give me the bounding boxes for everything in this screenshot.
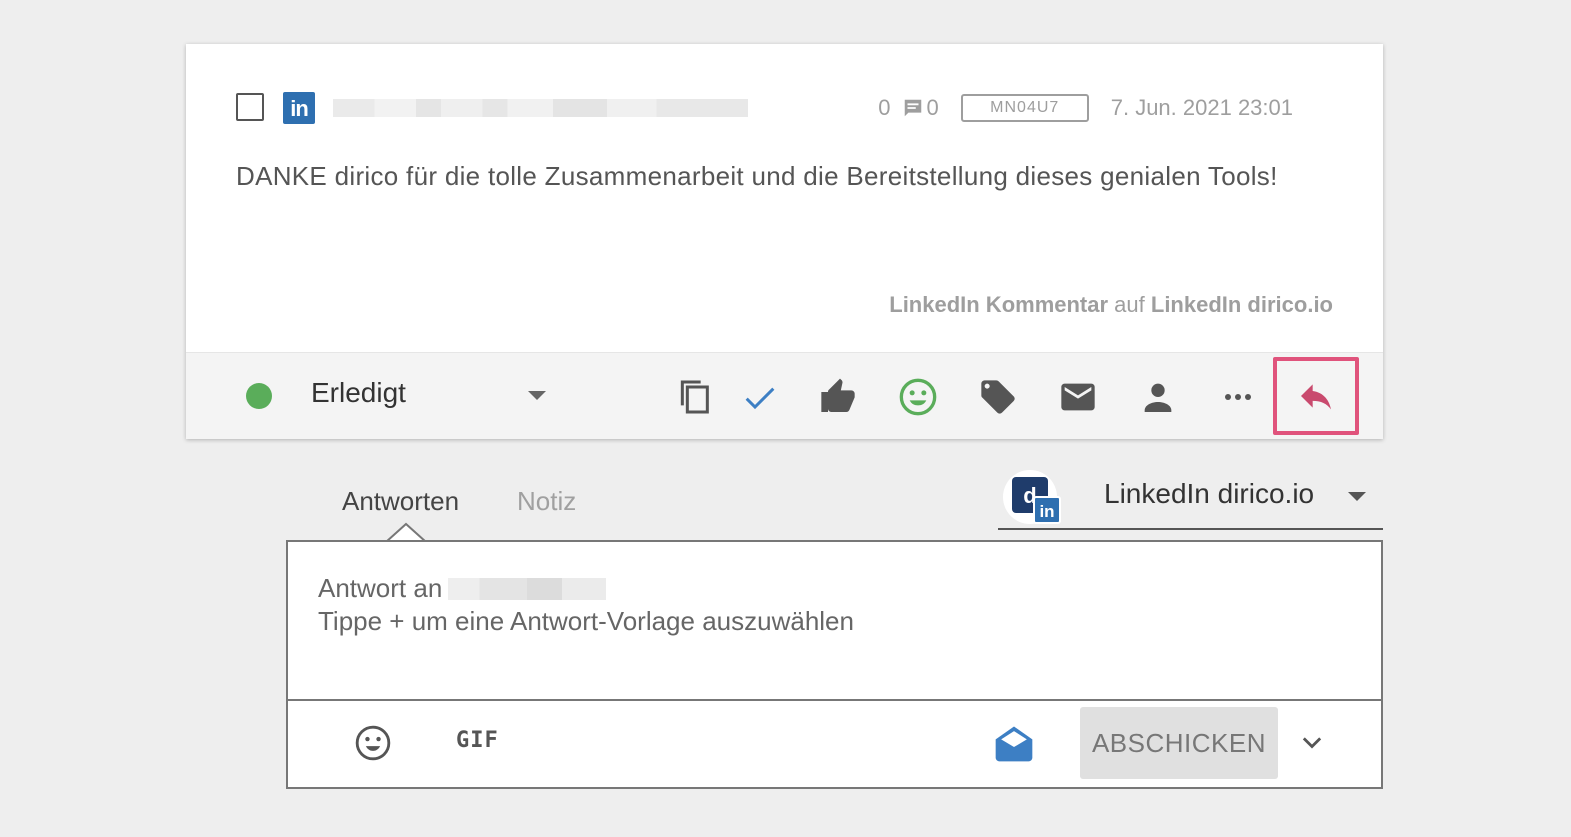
tab-antworten[interactable]: Antworten [342, 486, 459, 517]
thumbs-up-icon[interactable] [816, 375, 860, 419]
send-button[interactable]: ABSCHICKEN [1080, 707, 1278, 779]
linkedin-icon: in [1033, 496, 1061, 524]
tab-notiz[interactable]: Notiz [517, 486, 576, 517]
chevron-down-icon[interactable] [528, 391, 546, 400]
source-type: LinkedIn Kommentar [889, 292, 1109, 317]
more-icon[interactable] [1216, 375, 1260, 419]
account-name: LinkedIn dirico.io [1104, 478, 1315, 509]
post-header: in 0 0 MN04U7 7. Jun. 2021 23:01 [236, 92, 1333, 124]
comment-count: 0 [926, 95, 939, 120]
check-icon[interactable] [738, 375, 782, 419]
post-toolbar: Erledigt [186, 352, 1383, 439]
recipient-redacted [448, 578, 607, 600]
select-checkbox[interactable] [236, 93, 264, 121]
post-source: LinkedIn Kommentar auf LinkedIn dirico.i… [889, 292, 1333, 318]
linkedin-icon: in [283, 92, 315, 124]
composer-actions: GIF ABSCHICKEN [288, 699, 1381, 787]
mail-open-icon[interactable] [992, 721, 1036, 765]
source-connector: auf [1108, 292, 1151, 317]
reaction-count: 0 [878, 95, 891, 120]
comment-icon [905, 99, 922, 117]
ticket-code-badge[interactable]: MN04U7 [960, 94, 1089, 122]
reply-button[interactable] [1273, 357, 1359, 435]
chevron-down-icon[interactable] [1298, 729, 1326, 757]
post-meta: 0 0 MN04U7 7. Jun. 2021 23:01 [878, 92, 1333, 124]
tab-pointer [386, 522, 426, 542]
account-select[interactable]: d in LinkedIn dirico.io [998, 468, 1383, 530]
emoji-icon[interactable] [354, 724, 392, 762]
reply-icon [1301, 384, 1331, 410]
account-avatar: d in [1003, 470, 1061, 524]
reply-composer[interactable]: Antwort an Tippe + um eine Antwort-Vorla… [286, 540, 1383, 789]
source-account: LinkedIn dirico.io [1150, 292, 1333, 317]
recipient-prefix: Antwort an [318, 573, 443, 603]
copy-icon[interactable] [672, 375, 716, 419]
reply-placeholder[interactable]: Antwort an Tippe + um eine Antwort-Vorla… [318, 572, 854, 638]
gif-button[interactable]: GIF [456, 728, 499, 753]
mail-icon[interactable] [1056, 375, 1100, 419]
person-icon[interactable] [1136, 375, 1180, 419]
post-card: in 0 0 MN04U7 7. Jun. 2021 23:01 DANKE d… [186, 44, 1383, 439]
tag-icon[interactable] [976, 375, 1020, 419]
status-dot [246, 383, 272, 409]
post-date: 7. Jun. 2021 23:01 [1110, 95, 1293, 120]
smiley-icon[interactable] [896, 375, 940, 419]
author-name-redacted [333, 99, 748, 117]
template-hint: Tippe + um eine Antwort-Vorlage auszuwäh… [318, 606, 854, 636]
status-select[interactable]: Erledigt [311, 377, 406, 409]
chevron-down-icon[interactable] [1348, 492, 1366, 501]
post-text: DANKE dirico für die tolle Zusammenarbei… [236, 161, 1278, 191]
